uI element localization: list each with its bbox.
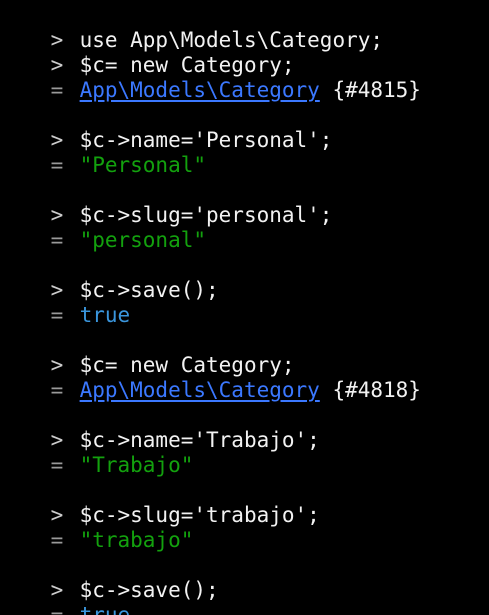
input-line: > $c->name='Trabajo'; bbox=[0, 403, 320, 452]
string-result: "trabajo" bbox=[79, 528, 194, 552]
input-line: > $c->save(); bbox=[0, 553, 219, 602]
string-result: "Trabajo" bbox=[79, 453, 194, 477]
boolean-result: true bbox=[79, 303, 131, 327]
output-line: = "Trabajo" bbox=[0, 428, 194, 477]
result-marker: = bbox=[50, 153, 64, 177]
result-marker: = bbox=[50, 378, 64, 402]
object-id: {#4818} bbox=[332, 378, 421, 402]
input-line: > $c->save(); bbox=[0, 253, 219, 302]
result-marker: = bbox=[50, 528, 64, 552]
result-marker: = bbox=[50, 78, 64, 102]
output-line: = App\Models\Category {#4818} bbox=[0, 353, 421, 402]
string-result: "personal" bbox=[79, 228, 207, 252]
output-line: = true bbox=[0, 578, 131, 615]
output-line: = true bbox=[0, 278, 131, 327]
class-link[interactable]: App\Models\Category bbox=[80, 378, 320, 402]
boolean-result: true bbox=[79, 603, 131, 615]
input-line: > $c->slug='trabajo'; bbox=[0, 478, 320, 527]
result-marker: = bbox=[50, 303, 64, 327]
result-marker: = bbox=[50, 453, 64, 477]
output-line: = "trabajo" bbox=[0, 503, 194, 552]
terminal-window[interactable]: > >use App\Models\Category; >$c= new Cat… bbox=[0, 0, 489, 615]
input-line: > $c->name='Personal'; bbox=[0, 103, 333, 152]
object-id: {#4815} bbox=[332, 78, 421, 102]
string-result: "Personal" bbox=[79, 153, 207, 177]
output-line: = "Personal" bbox=[0, 128, 206, 177]
output-line: = "personal" bbox=[0, 203, 206, 252]
result-marker: = bbox=[50, 228, 64, 252]
input-line: > $c->slug='personal'; bbox=[0, 178, 333, 227]
input-line: > use App\Models\Category; bbox=[0, 3, 383, 52]
output-line: = App\Models\Category {#4815} bbox=[0, 53, 421, 102]
input-line: > $c= new Category; bbox=[0, 28, 295, 77]
input-line: > $c= new Category; bbox=[0, 328, 295, 377]
result-marker: = bbox=[50, 603, 64, 615]
class-link[interactable]: App\Models\Category bbox=[80, 78, 320, 102]
